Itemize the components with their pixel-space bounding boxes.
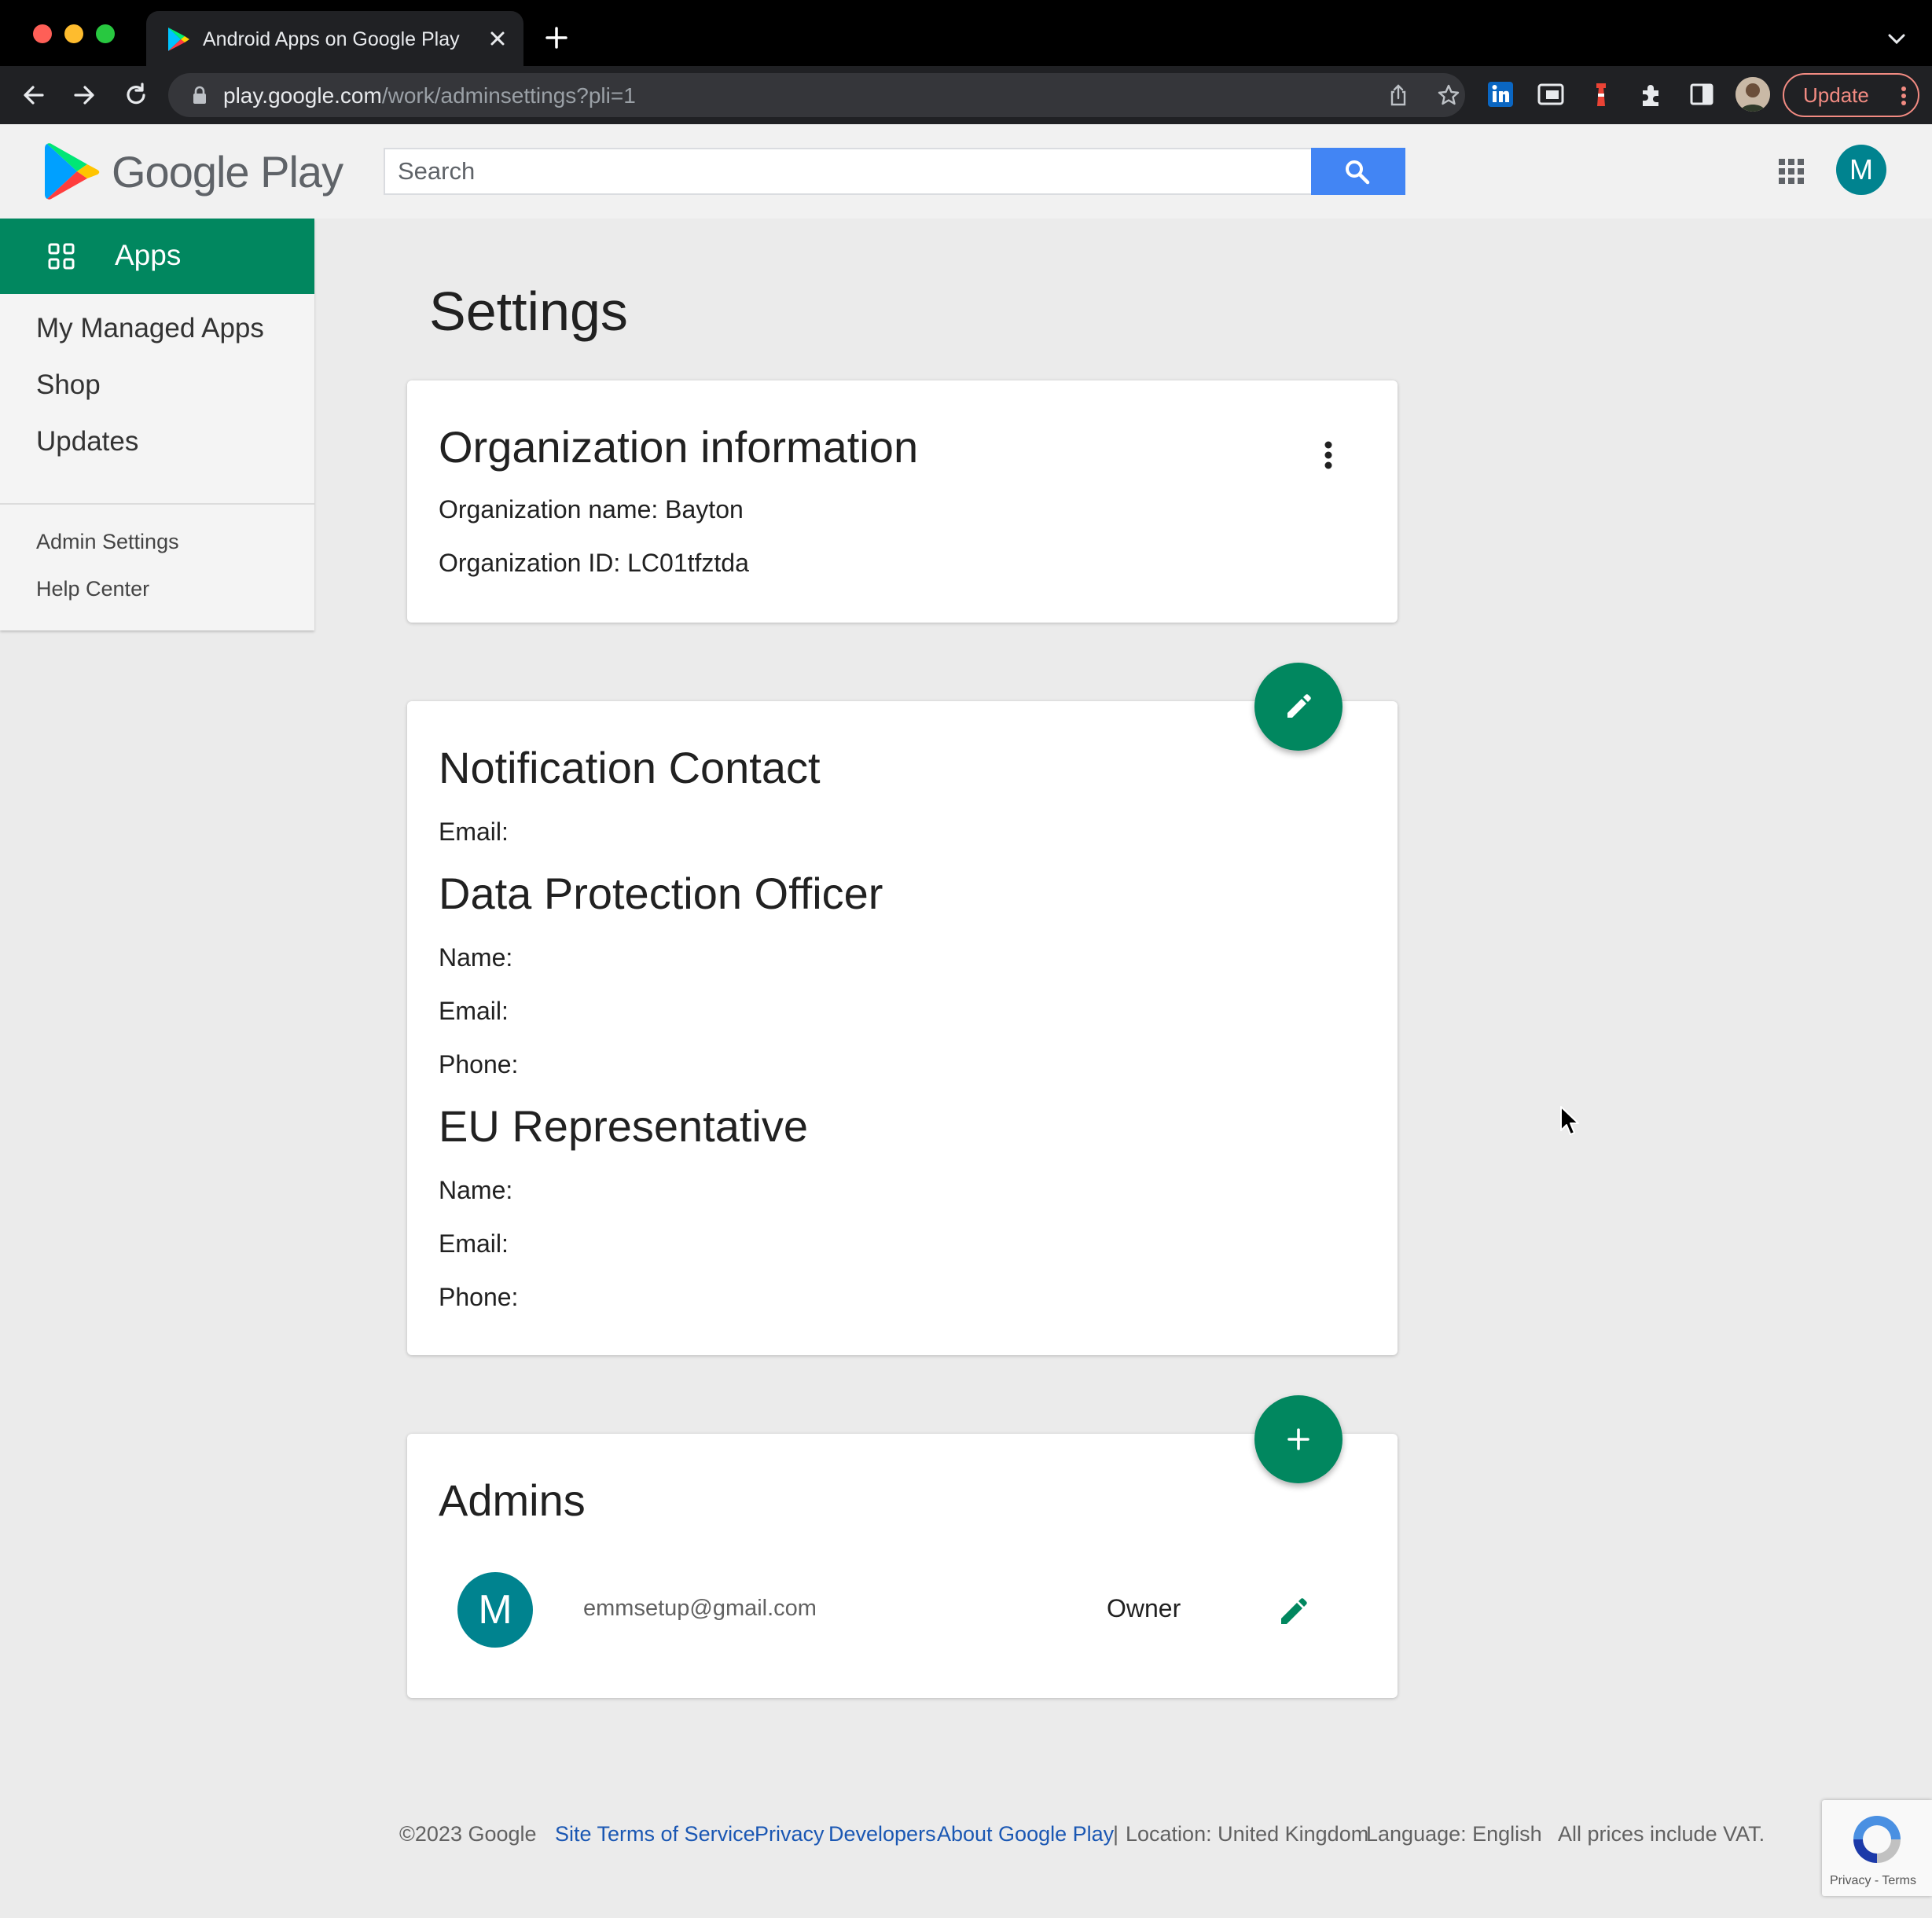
dpo-email-line: Email: [439, 997, 509, 1025]
dpo-name-line: Name: [439, 943, 513, 972]
edit-admin-pencil-icon[interactable] [1278, 1596, 1309, 1627]
eu-rep-name-line: Name: [439, 1176, 513, 1204]
search-input[interactable] [384, 148, 1313, 195]
new-tab-icon[interactable] [544, 25, 569, 50]
recaptcha-badge[interactable]: Privacy - Terms [1822, 1800, 1932, 1896]
reload-icon[interactable] [121, 80, 151, 110]
pencil-icon [1287, 694, 1311, 718]
footer-separator: | [1113, 1822, 1119, 1846]
chevron-down-icon[interactable] [1885, 30, 1908, 49]
play-header: Google Play M [0, 124, 1932, 219]
lock-icon[interactable] [192, 86, 208, 105]
search-button[interactable] [1311, 148, 1405, 195]
bookmark-star-icon[interactable] [1437, 83, 1460, 107]
nav-apps-label: Apps [115, 239, 182, 271]
linkedin-extension-icon[interactable] [1486, 79, 1515, 109]
edit-contacts-button[interactable] [1254, 663, 1342, 751]
nav-item-my-managed-apps[interactable]: My Managed Apps [36, 313, 264, 344]
add-admin-button[interactable] [1254, 1395, 1342, 1483]
plus-icon [1287, 1428, 1309, 1450]
contacts-card: Notification Contact Email: Data Protect… [407, 701, 1398, 1355]
nav-apps-section[interactable]: Apps [0, 219, 314, 294]
recaptcha-links[interactable]: Privacy - Terms [1830, 1874, 1916, 1888]
dpo-phone-line: Phone: [439, 1050, 519, 1078]
organization-info-card: Organization information Organization na… [407, 380, 1398, 623]
address-bar[interactable]: play.google.com/work/adminsettings?pli=1 [168, 73, 1465, 117]
google-play-logo-icon[interactable] [44, 141, 101, 201]
side-navigation: Apps My Managed Apps Shop Updates Admin … [0, 219, 314, 630]
footer-location[interactable]: Location: United Kingdom [1126, 1822, 1368, 1846]
google-play-logo-text[interactable]: Google Play [112, 146, 343, 197]
apps-grid-icon [48, 243, 75, 270]
more-vert-icon[interactable] [1324, 440, 1333, 470]
org-name-line: Organization name: Bayton [439, 495, 744, 524]
window-zoom-button[interactable] [96, 24, 115, 43]
recaptcha-logo-icon [1853, 1816, 1901, 1863]
extensions-puzzle-icon[interactable] [1636, 79, 1666, 109]
window-close-button[interactable] [33, 24, 52, 43]
notification-email-line: Email: [439, 818, 509, 846]
share-icon[interactable] [1387, 83, 1410, 107]
nav-item-admin-settings[interactable]: Admin Settings [36, 530, 179, 554]
browser-update-button[interactable]: Update [1783, 73, 1919, 117]
google-apps-grid-icon[interactable] [1778, 158, 1805, 185]
dpo-heading: Data Protection Officer [439, 869, 883, 918]
eu-rep-heading: EU Representative [439, 1101, 809, 1151]
forward-arrow-icon[interactable] [69, 80, 99, 110]
footer-link-developers[interactable]: Developers [828, 1822, 936, 1846]
account-avatar[interactable]: M [1836, 145, 1886, 195]
org-id-line: Organization ID: LC01tfztda [439, 549, 749, 577]
admins-heading: Admins [439, 1475, 586, 1525]
footer-link-privacy[interactable]: Privacy [755, 1822, 825, 1846]
footer-vat: All prices include VAT. [1558, 1822, 1765, 1846]
footer-language[interactable]: Language: English [1366, 1822, 1542, 1846]
mouse-cursor-icon [1560, 1106, 1579, 1135]
page-title: Settings [429, 281, 628, 342]
back-arrow-icon[interactable] [19, 80, 49, 110]
nav-item-shop[interactable]: Shop [36, 369, 101, 401]
url-text: play.google.com/work/adminsettings?pli=1 [223, 83, 636, 108]
admins-card: Admins M emmsetup@gmail.com Owner [407, 1434, 1398, 1698]
eu-rep-phone-line: Phone: [439, 1283, 519, 1311]
nav-item-help-center[interactable]: Help Center [36, 577, 149, 601]
play-favicon-icon [168, 28, 189, 51]
tab-close-icon[interactable] [486, 27, 509, 50]
nav-divider [0, 503, 314, 505]
window-minimize-button[interactable] [64, 24, 83, 43]
more-vert-icon [1901, 86, 1906, 105]
footer-link-about[interactable]: About Google Play [937, 1822, 1114, 1846]
picture-in-picture-extension-icon[interactable] [1536, 79, 1566, 109]
browser-tab-strip: Android Apps on Google Play [0, 0, 1932, 66]
org-info-heading: Organization information [439, 422, 919, 472]
notification-contact-heading: Notification Contact [439, 743, 821, 792]
side-panel-icon[interactable] [1687, 79, 1717, 109]
search-icon [1346, 160, 1370, 185]
eu-rep-email-line: Email: [439, 1229, 509, 1258]
admin-role: Owner [1107, 1594, 1181, 1622]
browser-tab-active[interactable]: Android Apps on Google Play [146, 11, 523, 66]
nav-item-updates[interactable]: Updates [36, 426, 138, 457]
tab-title: Android Apps on Google Play [203, 28, 460, 50]
footer-copyright: ©2023 Google [399, 1822, 537, 1846]
profile-photo-icon [1735, 77, 1770, 112]
admin-avatar: M [457, 1572, 533, 1648]
footer-link-terms[interactable]: Site Terms of Service [555, 1822, 755, 1846]
admin-email: emmsetup@gmail.com [583, 1596, 817, 1621]
browser-toolbar: play.google.com/work/adminsettings?pli=1 [0, 66, 1932, 124]
update-label: Update [1803, 83, 1869, 107]
browser-profile-avatar[interactable] [1735, 77, 1770, 112]
lighthouse-extension-icon[interactable] [1586, 79, 1616, 109]
